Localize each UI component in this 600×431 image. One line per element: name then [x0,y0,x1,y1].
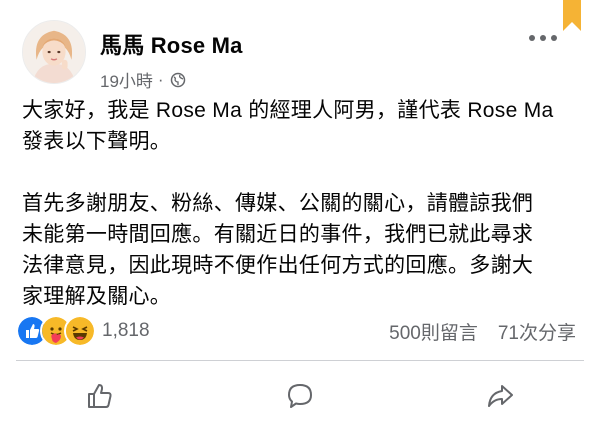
like-button[interactable] [0,368,200,424]
action-bar [0,368,600,424]
post-paragraph: 大家好，我是 Rose Ma 的經理人阿男，謹代表 Rose Ma 發表以下聲明… [22,99,554,153]
comment-icon [288,384,312,408]
meta-separator: · [157,69,164,89]
haha-icon [64,315,96,347]
more-options-icon[interactable] [528,34,558,42]
share-icon [488,385,513,407]
post-header: 馬馬 Rose Ma 19小時 · [22,20,243,92]
divider [16,360,584,361]
reaction-count: 1,818 [102,320,150,341]
post-paragraph: 首先多謝朋友、粉絲、傳媒、公關的關心，請體諒我們 未能第一時間回應。有關近日的事… [22,192,534,308]
engagement-bar: 1,818 500則留言 71次分享 [16,313,576,349]
bookmark-icon[interactable] [562,0,582,32]
shares-count[interactable]: 71次分享 [498,318,576,345]
thumbs-up-icon [88,384,112,408]
author-name[interactable]: 馬馬 Rose Ma [100,28,243,60]
comment-button[interactable] [200,368,400,424]
comments-count[interactable]: 500則留言 [389,318,478,345]
globe-icon [170,72,185,87]
reaction-summary[interactable]: 1,818 [16,315,150,347]
post-meta: 19小時 · [100,67,243,92]
share-button[interactable] [400,368,600,424]
post-timestamp[interactable]: 19小時 [100,67,153,92]
post-body: 大家好，我是 Rose Ma 的經理人阿男，謹代表 Rose Ma 發表以下聲明… [22,95,578,312]
avatar[interactable] [22,20,86,84]
